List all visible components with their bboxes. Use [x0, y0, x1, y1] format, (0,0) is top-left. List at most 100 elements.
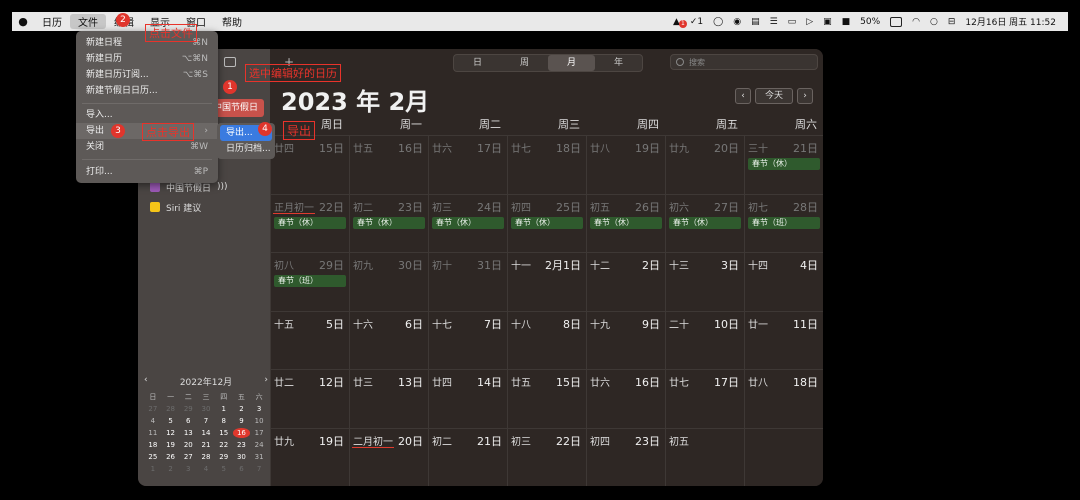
- event-chip[interactable]: 春节（休）: [274, 217, 346, 229]
- mini-day[interactable]: 20: [179, 440, 197, 450]
- mini-day[interactable]: 19: [162, 440, 180, 450]
- mini-day[interactable]: 6: [179, 416, 197, 426]
- mini-day[interactable]: 15: [215, 428, 233, 438]
- mini-day[interactable]: 14: [197, 428, 215, 438]
- mini-day[interactable]: 3: [179, 464, 197, 474]
- mini-day[interactable]: 6: [233, 464, 251, 474]
- day-cell[interactable]: [744, 428, 823, 487]
- day-cell[interactable]: 二月初一20日: [349, 428, 428, 487]
- tab-year[interactable]: 年: [595, 55, 642, 71]
- day-cell[interactable]: 初二23日春节（休）: [349, 194, 428, 253]
- next-month-button[interactable]: ›: [797, 88, 813, 104]
- day-cell[interactable]: 十九9日: [586, 311, 665, 370]
- mini-day[interactable]: 29: [215, 452, 233, 462]
- day-cell[interactable]: 廿六16日: [586, 369, 665, 428]
- chat-icon[interactable]: ◯: [713, 17, 723, 27]
- event-chip[interactable]: 春节（班）: [274, 275, 346, 287]
- day-cell[interactable]: 十七7日: [428, 311, 507, 370]
- tab-week[interactable]: 周: [501, 55, 548, 71]
- event-chip[interactable]: 春节（休）: [511, 217, 583, 229]
- menu-item-new-calendar[interactable]: 新建日历⌥⌘N: [76, 51, 218, 67]
- notification-badge-icon[interactable]: ▲1: [673, 17, 680, 27]
- mini-next-icon[interactable]: ›: [264, 375, 268, 388]
- mini-day[interactable]: 2: [162, 464, 180, 474]
- mini-day[interactable]: 16: [233, 428, 251, 438]
- mini-day[interactable]: 3: [250, 404, 268, 414]
- menu-item-close[interactable]: 关闭⌘W: [76, 139, 218, 155]
- menu-calendar[interactable]: 日历: [34, 14, 70, 29]
- day-cell[interactable]: 十三3日: [665, 252, 744, 311]
- event-chip[interactable]: 春节（休）: [669, 217, 741, 229]
- mini-day[interactable]: 1: [215, 404, 233, 414]
- menu-item-new-holiday-calendar[interactable]: 新建节假日日历...: [76, 83, 218, 99]
- battery-icon[interactable]: [890, 17, 902, 27]
- day-cell[interactable]: 三十21日春节（休）: [744, 135, 823, 194]
- inbox-icon[interactable]: [224, 57, 236, 67]
- wechat-icon[interactable]: ◉: [733, 17, 741, 27]
- mini-day[interactable]: 28: [162, 404, 180, 414]
- day-cell[interactable]: 正月初一22日春节（休）: [270, 194, 349, 253]
- day-cell[interactable]: 初五26日春节（休）: [586, 194, 665, 253]
- day-cell[interactable]: 十四4日: [744, 252, 823, 311]
- mini-day[interactable]: 23: [233, 440, 251, 450]
- day-cell[interactable]: 十六6日: [349, 311, 428, 370]
- mini-day[interactable]: 17: [250, 428, 268, 438]
- day-cell[interactable]: 十二2日: [586, 252, 665, 311]
- mini-day[interactable]: 29: [179, 404, 197, 414]
- day-cell[interactable]: 廿九19日: [270, 428, 349, 487]
- mini-day[interactable]: 11: [144, 428, 162, 438]
- tab-day[interactable]: 日: [454, 55, 501, 71]
- prev-month-button[interactable]: ‹: [735, 88, 751, 104]
- day-cell[interactable]: 初十31日: [428, 252, 507, 311]
- today-button[interactable]: 今天: [755, 88, 793, 104]
- input-method-icon[interactable]: ■: [842, 17, 851, 27]
- mini-day[interactable]: 7: [197, 416, 215, 426]
- mini-day[interactable]: 22: [215, 440, 233, 450]
- day-cell[interactable]: 廿七17日: [665, 369, 744, 428]
- day-cell[interactable]: 廿一11日: [744, 311, 823, 370]
- mini-day[interactable]: 24: [250, 440, 268, 450]
- mini-day[interactable]: 13: [179, 428, 197, 438]
- event-chip[interactable]: 春节（休）: [432, 217, 504, 229]
- day-cell[interactable]: 廿五16日: [349, 135, 428, 194]
- day-cell[interactable]: 初七28日春节（班）: [744, 194, 823, 253]
- mini-day[interactable]: 28: [197, 452, 215, 462]
- search-input[interactable]: 搜索: [670, 54, 818, 70]
- wifi-icon[interactable]: ◠: [912, 17, 920, 27]
- mini-day[interactable]: 21: [197, 440, 215, 450]
- day-cell[interactable]: 初三24日春节（休）: [428, 194, 507, 253]
- image-icon[interactable]: ▣: [823, 17, 832, 27]
- menu-help[interactable]: 帮助: [214, 14, 250, 29]
- mini-day[interactable]: 7: [250, 464, 268, 474]
- day-cell[interactable]: 初八29日春节（班）: [270, 252, 349, 311]
- day-cell[interactable]: 初四25日春节（休）: [507, 194, 586, 253]
- menu-file[interactable]: 文件: [70, 14, 106, 29]
- menu-item-import[interactable]: 导入...: [76, 107, 218, 123]
- search-icon[interactable]: ○: [930, 17, 938, 27]
- menu-item-new-subscription[interactable]: 新建日历订阅...⌥⌘S: [76, 67, 218, 83]
- list-icon[interactable]: ☰: [770, 17, 778, 27]
- mini-day[interactable]: 25: [144, 452, 162, 462]
- apple-icon[interactable]: ●: [12, 15, 34, 28]
- day-cell[interactable]: 初五: [665, 428, 744, 487]
- play-icon[interactable]: ▷: [806, 17, 813, 27]
- mini-day[interactable]: 2: [233, 404, 251, 414]
- reminders-icon[interactable]: ✓1: [690, 17, 703, 27]
- event-chip[interactable]: 春节（休）: [353, 217, 425, 229]
- mini-day[interactable]: 30: [233, 452, 251, 462]
- mini-day[interactable]: 4: [197, 464, 215, 474]
- mini-day[interactable]: 12: [162, 428, 180, 438]
- day-cell[interactable]: 廿七18日: [507, 135, 586, 194]
- event-chip[interactable]: 春节（班）: [748, 217, 820, 229]
- mini-day[interactable]: 5: [162, 416, 180, 426]
- day-cell[interactable]: 廿六17日: [428, 135, 507, 194]
- day-cell[interactable]: 十一2月1日: [507, 252, 586, 311]
- day-cell[interactable]: 初三22日: [507, 428, 586, 487]
- day-cell[interactable]: 初四23日: [586, 428, 665, 487]
- day-cell[interactable]: 廿二12日: [270, 369, 349, 428]
- mini-day[interactable]: 31: [250, 452, 268, 462]
- mini-day[interactable]: 27: [179, 452, 197, 462]
- mini-prev-icon[interactable]: ‹: [144, 375, 148, 388]
- clock[interactable]: 12月16日 周五 11:52: [965, 15, 1056, 28]
- toolbox-icon[interactable]: ▤: [751, 17, 760, 27]
